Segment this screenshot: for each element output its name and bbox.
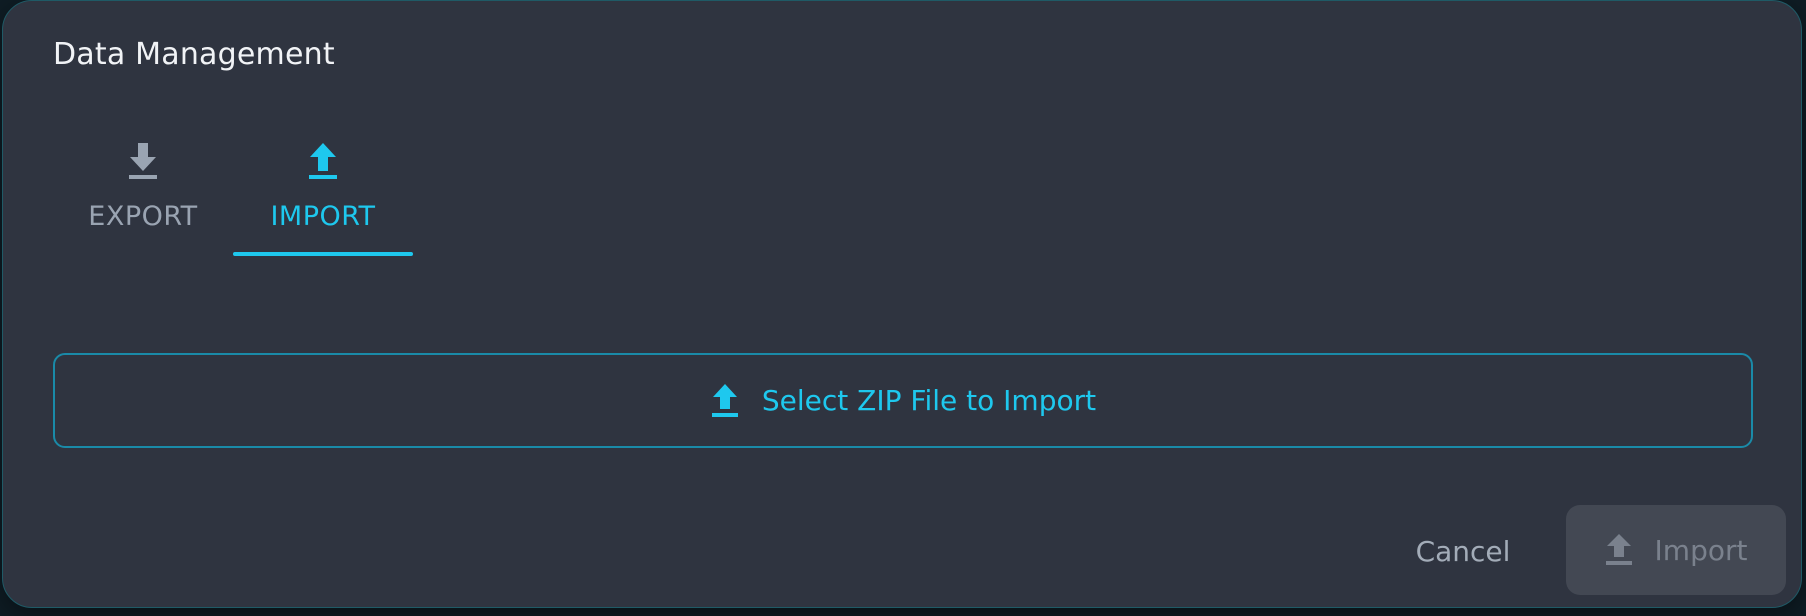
cancel-button[interactable]: Cancel (1383, 521, 1543, 581)
active-tab-indicator (233, 252, 413, 256)
tab-import[interactable]: IMPORT (233, 131, 413, 259)
tab-bar: EXPORT IMPORT (53, 131, 453, 259)
tab-export-label: EXPORT (88, 201, 198, 232)
import-button-label: Import (1654, 533, 1748, 567)
select-zip-file-label: Select ZIP File to Import (761, 384, 1097, 417)
upload-icon (1605, 534, 1632, 565)
data-management-dialog: Data Management EXPORT IMPORT Select ZIP… (2, 0, 1802, 608)
upload-icon (711, 383, 738, 417)
tab-import-label: IMPORT (270, 201, 376, 232)
upload-icon (309, 143, 337, 179)
select-zip-file-button[interactable]: Select ZIP File to Import (53, 353, 1753, 448)
download-icon (129, 143, 157, 179)
import-button[interactable]: Import (1566, 505, 1786, 595)
dialog-title: Data Management (53, 37, 335, 72)
tab-export[interactable]: EXPORT (53, 131, 233, 259)
